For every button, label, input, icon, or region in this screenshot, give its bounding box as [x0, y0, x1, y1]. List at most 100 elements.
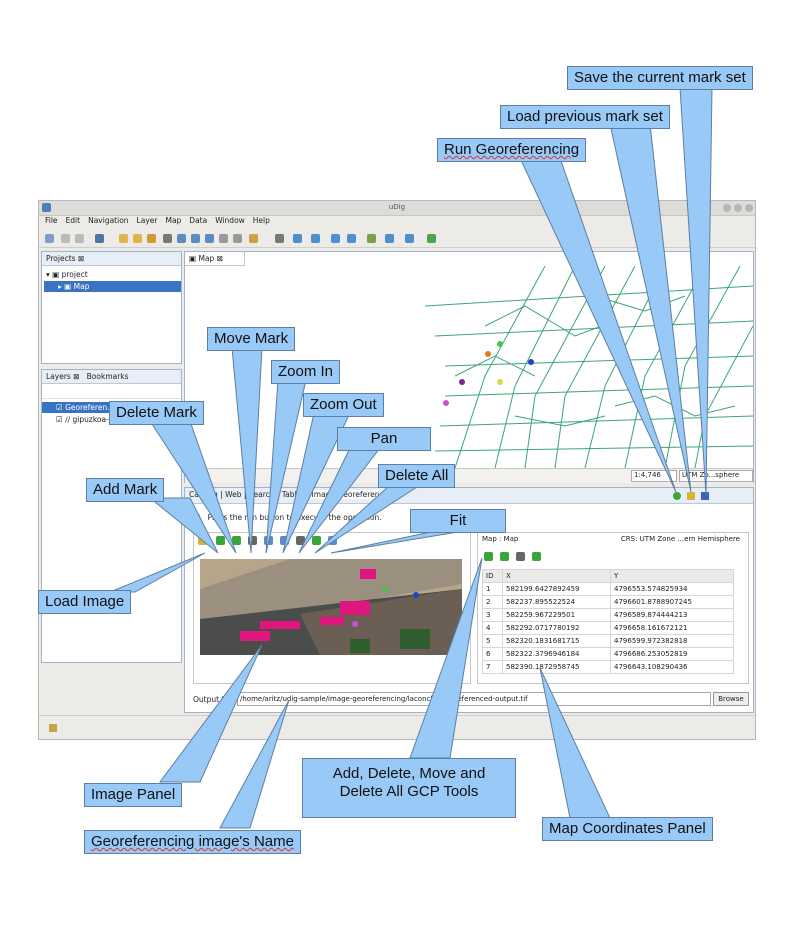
callout-zoom-out: Zoom Out [303, 393, 384, 417]
undo-icon[interactable] [119, 234, 128, 243]
vertex-tool-icon[interactable] [427, 234, 436, 243]
callout-image-panel: Image Panel [84, 783, 183, 807]
back-icon[interactable] [219, 234, 228, 243]
menu-help[interactable]: Help [253, 216, 270, 225]
callout-gcp-tools: Add, Delete, Move and Delete All GCP Too… [302, 758, 516, 818]
redo-icon[interactable] [133, 234, 142, 243]
zoom-tool-icon[interactable] [275, 234, 284, 243]
image-zoom-in-icon[interactable] [264, 536, 273, 545]
callout-fit: Fit [410, 509, 506, 533]
map-status-bar: 1:4,746 UTM Zo...sphere [185, 468, 753, 483]
zoom-out-icon[interactable] [205, 234, 214, 243]
map-item[interactable]: ▸ ▣ Map [44, 281, 181, 292]
run-georeferencing-icon[interactable] [673, 492, 681, 500]
table-row[interactable]: 2 582237.895522524 4796601.8788907245 [482, 595, 734, 609]
pan-tool-icon[interactable] [163, 234, 172, 243]
feature-tool-icon[interactable] [347, 234, 356, 243]
scale-select[interactable]: 1:4,746 [631, 470, 677, 482]
table-row[interactable]: 6 582322.3796946184 4796686.253052819 [482, 647, 734, 661]
save-all-icon[interactable] [75, 234, 84, 243]
close-icon[interactable] [745, 204, 753, 212]
callout-delete-mark: Delete Mark [109, 401, 204, 425]
maximize-icon[interactable] [734, 204, 742, 212]
save-icon[interactable] [61, 234, 70, 243]
fit-icon[interactable] [328, 536, 337, 545]
project-item[interactable]: ▾ ▣ project [42, 266, 181, 279]
geom-tool-icon[interactable] [405, 234, 414, 243]
move-mark-icon[interactable] [248, 536, 257, 545]
menu-bar: File Edit Navigation Layer Map Data Window Help [39, 216, 755, 229]
table-row[interactable]: 1 582199.6427892459 4796553.574825934 [482, 582, 734, 596]
image-pan-icon[interactable] [296, 536, 305, 545]
fast-view-icon[interactable] [49, 724, 57, 732]
bottom-tabs: Catalog | Web | Search | Table | Image G… [185, 488, 753, 504]
tab-image-georeferencing[interactable]: Image Georeferencing [308, 490, 399, 499]
coords-toolbar [478, 549, 748, 563]
col-id[interactable]: ID [482, 569, 503, 583]
projects-panel: Projects ⊠ ▾ ▣ project ▸ ▣ Map [41, 251, 182, 364]
refresh-icon[interactable] [147, 234, 156, 243]
output-row: Output file: /home/aritz/udig-sample/ima… [193, 692, 749, 708]
col-y[interactable]: Y [610, 569, 734, 583]
add-mark-icon[interactable] [216, 536, 225, 545]
callout-add-mark: Add Mark [86, 478, 165, 502]
main-toolbar [39, 231, 755, 248]
tab-catalog[interactable]: Catalog [189, 490, 218, 499]
save-marks-icon[interactable] [701, 492, 709, 500]
menu-navigation[interactable]: Navigation [88, 216, 128, 225]
layers-toolbar [42, 384, 181, 399]
callout-image-name: Georeferencing image's Name [84, 830, 301, 854]
table-row[interactable]: 3 582259.967229501 4796589.874444213 [482, 608, 734, 622]
tab-projects[interactable]: Projects ⊠ [42, 252, 181, 266]
window-title: uDig [388, 203, 406, 211]
delete-all-icon[interactable] [312, 536, 321, 545]
minimize-icon[interactable] [723, 204, 731, 212]
tab-table[interactable]: Table [282, 490, 301, 499]
image-panel [193, 532, 471, 684]
tab-web[interactable]: Web [225, 490, 241, 499]
crs-button[interactable]: UTM Zo...sphere [679, 470, 753, 482]
menu-file[interactable]: File [45, 216, 58, 225]
callout-delete-all: Delete All [378, 464, 456, 488]
load-marks-icon[interactable] [687, 492, 695, 500]
table-row[interactable]: 4 582292.0717780192 4796658.161672121 [482, 621, 734, 635]
coords-delete-all-icon[interactable] [532, 552, 541, 561]
callout-save-mark-set: Save the current mark set [567, 66, 753, 90]
table-row[interactable]: 5 582320.1831681715 4796599.972382818 [482, 634, 734, 648]
delete-mark-icon[interactable] [232, 536, 241, 545]
title-bar: uDig [39, 201, 755, 216]
image-zoom-out-icon[interactable] [280, 536, 289, 545]
col-x[interactable]: X [502, 569, 611, 583]
tab-map[interactable]: ▣ Map ⊠ [185, 252, 245, 266]
menu-edit[interactable]: Edit [66, 216, 81, 225]
menu-window[interactable]: Window [215, 216, 245, 225]
create-tool-icon[interactable] [385, 234, 394, 243]
tab-bookmarks[interactable]: Bookmarks [87, 372, 129, 381]
output-file-input[interactable]: /home/aritz/udig-sample/image-georeferen… [237, 692, 711, 706]
coords-move-icon[interactable] [516, 552, 525, 561]
tab-search[interactable]: Search [249, 490, 275, 499]
load-image-icon[interactable] [198, 536, 207, 545]
coords-delete-icon[interactable] [500, 552, 509, 561]
menu-map[interactable]: Map [165, 216, 181, 225]
info-tool-icon[interactable] [331, 234, 340, 243]
new-icon[interactable] [45, 234, 54, 243]
aerial-image[interactable] [200, 559, 462, 655]
print-icon[interactable] [95, 234, 104, 243]
edit-icon[interactable] [249, 234, 258, 243]
menu-data[interactable]: Data [189, 216, 207, 225]
select-tool-icon[interactable] [311, 234, 320, 243]
menu-layer[interactable]: Layer [137, 216, 158, 225]
edit-tool-icon[interactable] [367, 234, 376, 243]
table-row[interactable]: 7 582390.1872958745 4796643.108290436 [482, 660, 734, 674]
coords-map-name: Map : Map [482, 535, 519, 543]
callout-zoom-in: Zoom In [271, 360, 341, 384]
callout-move-mark: Move Mark [207, 327, 296, 351]
forward-icon[interactable] [233, 234, 242, 243]
move-tool-icon[interactable] [293, 234, 302, 243]
tab-layers[interactable]: Layers [46, 372, 71, 381]
browse-button[interactable]: Browse [713, 692, 749, 706]
zoom-in-icon[interactable] [191, 234, 200, 243]
zoom-extent-icon[interactable] [177, 234, 186, 243]
coords-add-icon[interactable] [484, 552, 493, 561]
